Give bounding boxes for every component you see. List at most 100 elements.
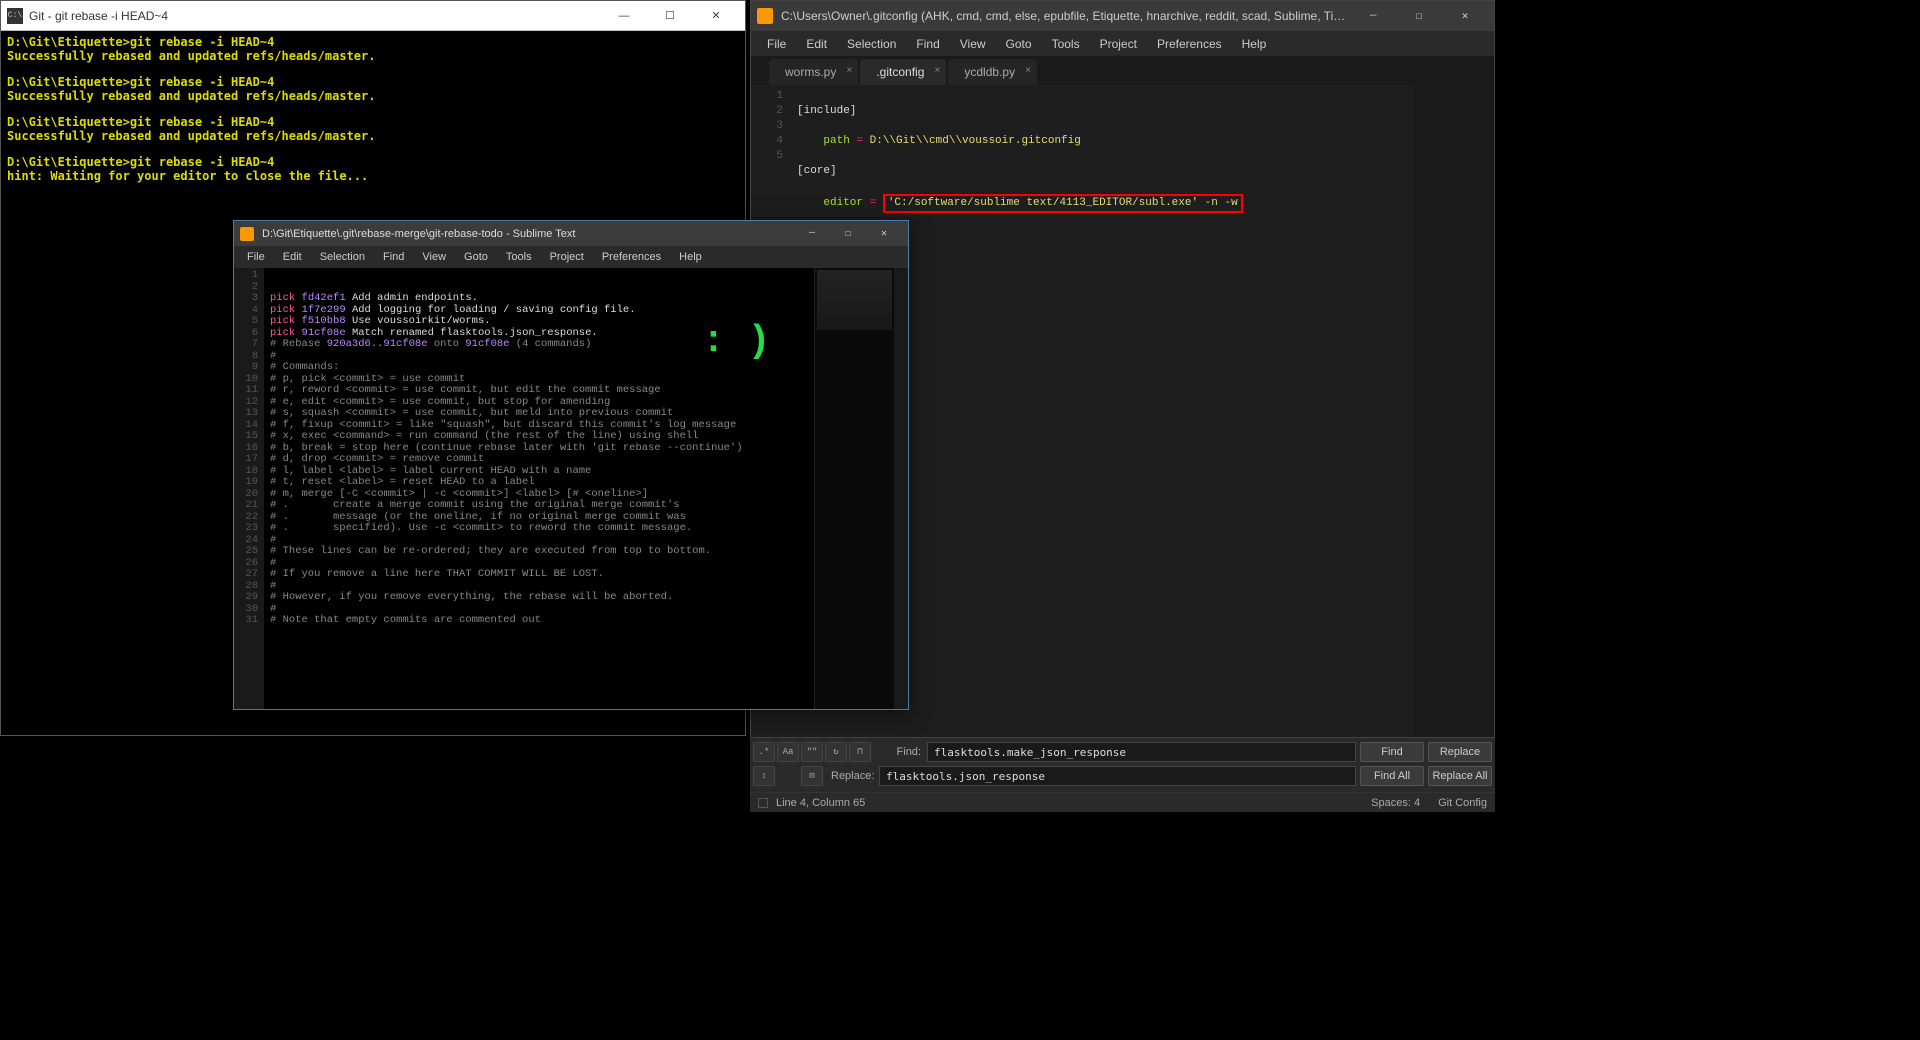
- syntax-status[interactable]: Git Config: [1438, 797, 1487, 809]
- line-number: 2: [755, 104, 783, 119]
- menu-file[interactable]: File: [757, 33, 796, 55]
- code-line: # These lines can be re-ordered; they ar…: [270, 546, 808, 558]
- status-indicator-icon: [758, 798, 768, 808]
- replace-all-button[interactable]: Replace All: [1428, 766, 1492, 786]
- code-key: path: [823, 135, 849, 147]
- menu-find[interactable]: Find: [906, 33, 949, 55]
- status-bar: Line 4, Column 65 Spaces: 4 Git Config: [750, 792, 1495, 812]
- line-number: 29: [236, 592, 258, 604]
- preserve-case-toggle[interactable]: ⊡: [801, 766, 823, 786]
- maximize-button[interactable]: ☐: [1396, 2, 1442, 30]
- line-number: 25: [236, 546, 258, 558]
- rebase-titlebar[interactable]: D:\Git\Etiquette\.git\rebase-merge\git-r…: [234, 221, 908, 246]
- command: git rebase -i HEAD~4: [130, 75, 275, 89]
- code-value: D:\\Git\\cmd\\voussoir.gitconfig: [870, 135, 1081, 147]
- menu-goto[interactable]: Goto: [996, 33, 1042, 55]
- code-line: # Note that empty commits are commented …: [270, 615, 808, 627]
- minimize-button[interactable]: —: [1350, 2, 1396, 30]
- line-number: 17: [236, 454, 258, 466]
- output: Successfully rebased and updated refs/he…: [7, 89, 739, 103]
- line-number: 3: [236, 293, 258, 305]
- tab-gitconfig[interactable]: .gitconfig×: [860, 59, 946, 85]
- whole-word-toggle[interactable]: "": [801, 742, 823, 762]
- terminal-title: Git - git rebase -i HEAD~4: [29, 9, 601, 23]
- replace-input[interactable]: [879, 766, 1356, 786]
- line-number: 21: [236, 500, 258, 512]
- line-number: 1: [236, 270, 258, 282]
- menu-project[interactable]: Project: [541, 248, 593, 266]
- line-number: 9: [236, 362, 258, 374]
- code-line: # However, if you remove everything, the…: [270, 592, 808, 604]
- menu-edit[interactable]: Edit: [796, 33, 837, 55]
- minimize-button[interactable]: —: [601, 2, 647, 30]
- close-button[interactable]: ✕: [1442, 2, 1488, 30]
- menu-tools[interactable]: Tools: [497, 248, 541, 266]
- terminal-body[interactable]: D:\Git\Etiquette>git rebase -i HEAD~4 Su…: [1, 31, 745, 187]
- terminal-icon: C:\: [7, 8, 23, 24]
- menu-help[interactable]: Help: [1232, 33, 1277, 55]
- code-value: 'C:/software/sublime text/4113_EDITOR/su…: [888, 197, 1238, 209]
- replace-button[interactable]: Replace: [1428, 742, 1492, 762]
- menu-tools[interactable]: Tools: [1042, 33, 1090, 55]
- menu-goto[interactable]: Goto: [455, 248, 497, 266]
- menu-view[interactable]: View: [413, 248, 455, 266]
- tab-close-icon[interactable]: ×: [1025, 65, 1031, 76]
- menu-selection[interactable]: Selection: [837, 33, 906, 55]
- line-number: 23: [236, 523, 258, 535]
- wrap-toggle[interactable]: ↻: [825, 742, 847, 762]
- tab-close-icon[interactable]: ×: [935, 65, 941, 76]
- indentation-status[interactable]: Spaces: 4: [1371, 797, 1420, 809]
- sublime-icon: [757, 8, 773, 24]
- menu-project[interactable]: Project: [1090, 33, 1147, 55]
- find-input[interactable]: [927, 742, 1356, 762]
- gutter: 1234567891011121314151617181920212223242…: [234, 268, 264, 709]
- output: Successfully rebased and updated refs/he…: [7, 49, 739, 63]
- smiley-annotation: : ): [702, 336, 770, 348]
- maximize-button[interactable]: ☐: [647, 2, 693, 30]
- code-op: =: [850, 135, 870, 147]
- menu-selection[interactable]: Selection: [311, 248, 374, 266]
- case-toggle[interactable]: Aa: [777, 742, 799, 762]
- highlight-toggle[interactable]: ↕: [753, 766, 775, 786]
- rebase-editor-window: D:\Git\Etiquette\.git\rebase-merge\git-r…: [233, 220, 909, 710]
- code-op: =: [863, 197, 883, 209]
- sublime-titlebar[interactable]: C:\Users\Owner\.gitconfig (AHK, cmd, cmd…: [751, 1, 1494, 31]
- replace-label: Replace:: [831, 770, 879, 782]
- minimap[interactable]: [814, 268, 894, 709]
- tab-label: ycdldb.py: [964, 65, 1015, 79]
- maximize-button[interactable]: ☐: [830, 223, 866, 245]
- menu-view[interactable]: View: [950, 33, 996, 55]
- code-line: # . specified). Use -c <commit> to rewor…: [270, 523, 808, 535]
- sublime-icon: [240, 227, 254, 241]
- code-text: [include]: [797, 105, 856, 117]
- command: git rebase -i HEAD~4: [130, 115, 275, 129]
- selection-toggle[interactable]: ⊓: [849, 742, 871, 762]
- menu-file[interactable]: File: [238, 248, 274, 266]
- scrollbar[interactable]: [894, 268, 908, 709]
- tab-ycdldb[interactable]: ycdldb.py ×: [948, 59, 1037, 85]
- find-replace-panel: .* Aa "" ↻ ⊓ Find: Find Replace ↕ ⊡ Repl…: [750, 737, 1495, 792]
- close-button[interactable]: ✕: [693, 2, 739, 30]
- terminal-titlebar[interactable]: C:\ Git - git rebase -i HEAD~4 — ☐ ✕: [1, 1, 745, 31]
- line-number: 19: [236, 477, 258, 489]
- tab-worms[interactable]: worms.py×: [769, 59, 858, 85]
- menu-preferences[interactable]: Preferences: [593, 248, 670, 266]
- cursor-position: Line 4, Column 65: [776, 797, 865, 809]
- menubar: File Edit Selection Find View Goto Tools…: [234, 246, 908, 268]
- menu-preferences[interactable]: Preferences: [1147, 33, 1232, 55]
- close-button[interactable]: ✕: [866, 223, 902, 245]
- line-number: 13: [236, 408, 258, 420]
- menu-help[interactable]: Help: [670, 248, 711, 266]
- line-number: 3: [755, 119, 783, 134]
- menu-edit[interactable]: Edit: [274, 248, 311, 266]
- find-all-button[interactable]: Find All: [1360, 766, 1424, 786]
- editor-area[interactable]: 1234567891011121314151617181920212223242…: [234, 268, 908, 709]
- find-button[interactable]: Find: [1360, 742, 1424, 762]
- line-number: 27: [236, 569, 258, 581]
- menu-find[interactable]: Find: [374, 248, 413, 266]
- minimap[interactable]: [1414, 85, 1494, 809]
- regex-toggle[interactable]: .*: [753, 742, 775, 762]
- tab-close-icon[interactable]: ×: [847, 65, 853, 76]
- code-area[interactable]: pick fd42ef1 Add admin endpoints.pick 1f…: [264, 268, 814, 709]
- minimize-button[interactable]: —: [794, 223, 830, 245]
